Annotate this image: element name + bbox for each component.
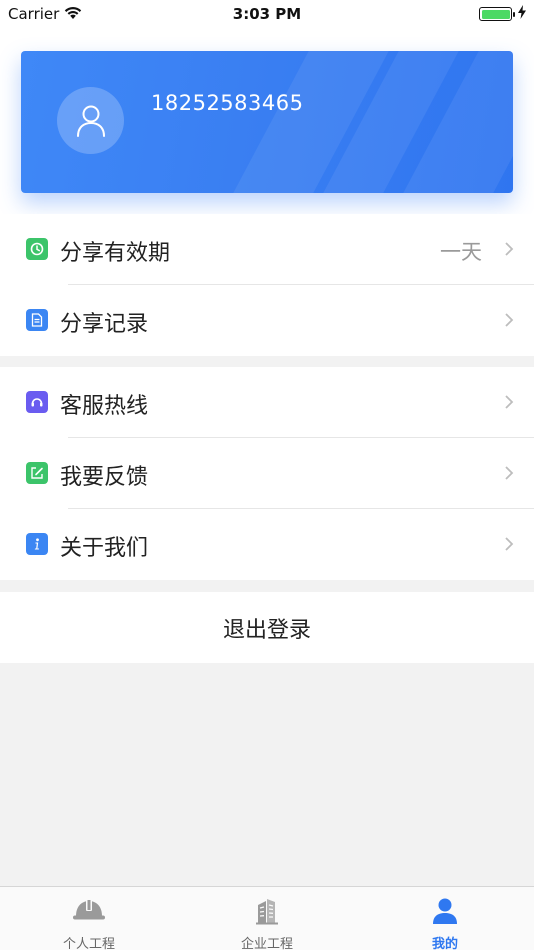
menu-group-share: 分享有效期 一天 分享记录 <box>0 214 534 356</box>
status-bar: Carrier 3:03 PM <box>0 0 534 28</box>
menu-item-label: 分享有效期 <box>60 241 171 266</box>
person-icon <box>356 897 534 927</box>
chevron-right-icon <box>504 465 514 485</box>
menu-item-customer-service[interactable]: 客服热线 <box>0 367 534 438</box>
tab-mine[interactable]: 我的 <box>356 887 534 950</box>
menu-item-feedback[interactable]: 我要反馈 <box>0 438 534 509</box>
tab-label: 个人工程 <box>62 937 115 950</box>
helmet-icon <box>0 897 178 927</box>
menu-item-share-validity[interactable]: 分享有效期 一天 <box>0 214 534 285</box>
chevron-right-icon <box>504 312 514 332</box>
info-icon <box>26 533 48 555</box>
tab-label: 我的 <box>431 937 458 950</box>
menu-item-label: 客服热线 <box>60 394 149 419</box>
tab-label: 企业工程 <box>240 937 293 950</box>
logout-button[interactable]: 退出登录 <box>0 592 534 663</box>
menu-item-about-us[interactable]: 关于我们 <box>0 509 534 580</box>
tab-enterprise-projects[interactable]: 企业工程 <box>178 887 356 950</box>
chevron-right-icon <box>504 536 514 556</box>
app-screen: Carrier 3:03 PM 18252583465 分享有效期 一天 分享记… <box>0 0 534 950</box>
battery-icon <box>479 7 515 21</box>
clock-time: 3:03 PM <box>232 5 302 23</box>
menu-item-share-history[interactable]: 分享记录 <box>0 285 534 356</box>
edit-icon <box>26 462 48 484</box>
building-icon <box>178 897 356 927</box>
document-icon <box>26 309 48 331</box>
chevron-right-icon <box>504 241 514 261</box>
headset-icon <box>26 391 48 413</box>
menu-group-support: 客服热线 我要反馈 关于我们 <box>0 367 534 580</box>
tab-personal-projects[interactable]: 个人工程 <box>0 887 178 950</box>
user-outline-icon[interactable] <box>57 87 124 154</box>
menu-item-label: 分享记录 <box>60 312 149 337</box>
share-validity-value: 一天 <box>440 240 482 264</box>
menu-item-label: 我要反馈 <box>60 465 149 490</box>
charging-bolt-icon <box>518 5 526 23</box>
chevron-right-icon <box>504 394 514 414</box>
phone-number: 18252583465 <box>151 91 304 115</box>
profile-card[interactable]: 18252583465 <box>21 51 513 193</box>
menu-item-label: 关于我们 <box>60 536 149 561</box>
clock-icon <box>26 238 48 260</box>
tab-bar: 个人工程 企业工程 我的 <box>0 886 534 950</box>
